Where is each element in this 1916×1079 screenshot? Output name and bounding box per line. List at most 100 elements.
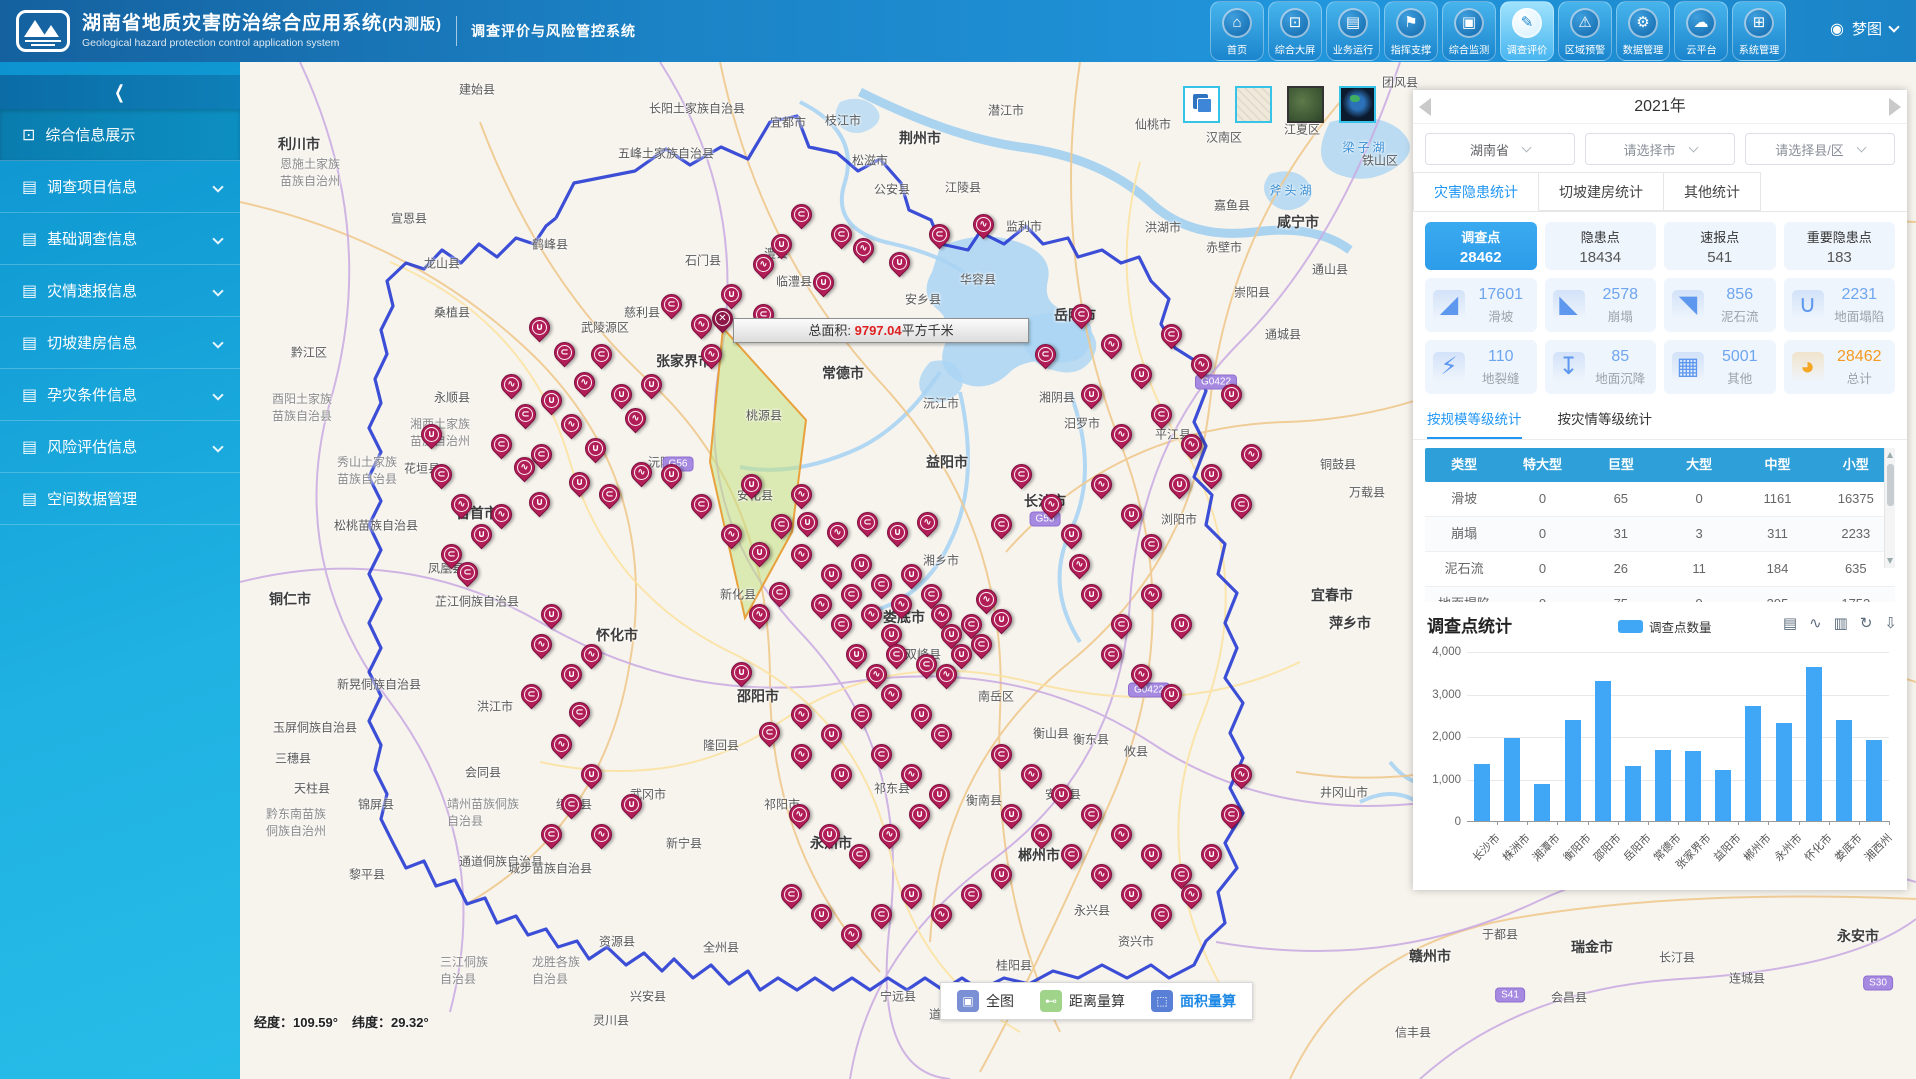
- map-label: 宜都市: [770, 114, 806, 131]
- nav-综合大屏[interactable]: ⊡综合大屏: [1268, 1, 1322, 61]
- map-label: 桑植县: [434, 304, 470, 321]
- statistics-panel: 2021年 湖南省请选择市请选择县/区 灾害隐患统计切坡建房统计其他统计 调查点…: [1413, 90, 1907, 890]
- next-year-button[interactable]: [1889, 98, 1901, 116]
- type-card-崩塌[interactable]: ◣2578崩塌: [1545, 278, 1657, 332]
- chart-legend[interactable]: 调查点数量: [1618, 617, 1712, 636]
- sidebar-item-空间数据管理[interactable]: ▤空间数据管理: [0, 473, 240, 525]
- map-label: 隆回县: [703, 737, 739, 754]
- sidebar-collapse-button[interactable]: ❮: [0, 75, 240, 109]
- download-icon[interactable]: ⇩: [1884, 614, 1897, 632]
- map-label: 洪湖市: [1145, 219, 1181, 236]
- chart-bar[interactable]: [1625, 766, 1641, 821]
- eye-icon[interactable]: ◉: [1830, 19, 1844, 39]
- map-tool-距离量算[interactable]: ⊷距离量算: [1040, 990, 1125, 1012]
- satellite-layer-button[interactable]: [1287, 86, 1324, 123]
- table-row[interactable]: 地面塌陷07593951752: [1425, 587, 1895, 602]
- type-card-地裂缝[interactable]: ⚡110地裂缝: [1425, 340, 1537, 394]
- roadmap-layer-button[interactable]: [1235, 86, 1272, 123]
- username[interactable]: 梦图: [1852, 18, 1882, 39]
- hazard-glyph-icon: ∿: [594, 827, 609, 842]
- nav-综合监测[interactable]: ▣综合监测: [1442, 1, 1496, 61]
- tab-灾害隐患统计[interactable]: 灾害隐患统计: [1413, 172, 1539, 211]
- hazard-glyph-icon: ∪: [588, 441, 603, 456]
- city-select[interactable]: 请选择市: [1585, 133, 1735, 165]
- globe-layer-button[interactable]: [1339, 86, 1376, 123]
- chart-bar[interactable]: [1836, 720, 1852, 821]
- hazard-glyph-icon: ⊂: [1154, 407, 1169, 422]
- nav-数据管理[interactable]: ⚙数据管理: [1616, 1, 1670, 61]
- user-area[interactable]: ◉ 梦图: [1830, 18, 1898, 39]
- tab-切坡建房统计[interactable]: 切坡建房统计: [1539, 172, 1664, 211]
- table-row[interactable]: 滑坡0650116116375: [1425, 482, 1895, 517]
- hazard-glyph-icon: ∪: [814, 907, 829, 922]
- fullextent-icon: ▣: [957, 990, 979, 1012]
- sidebar-item-孕灾条件信息[interactable]: ▤孕灾条件信息: [0, 369, 240, 421]
- nav-业务运行[interactable]: ▤业务运行: [1326, 1, 1380, 61]
- type-card-其他[interactable]: ▦5001其他: [1664, 340, 1776, 394]
- chart-bar[interactable]: [1565, 720, 1581, 821]
- hazard-glyph-icon: ∪: [1144, 847, 1159, 862]
- subtab-按规模等级统计[interactable]: 按规模等级统计: [1427, 408, 1522, 439]
- county-select[interactable]: 请选择县/区: [1745, 133, 1895, 165]
- sidebar-item-综合信息展示[interactable]: ⊡综合信息展示: [0, 109, 240, 161]
- table-cell: 311: [1738, 517, 1816, 551]
- province-select[interactable]: 湖南省: [1425, 133, 1575, 165]
- nav-云平台[interactable]: ☁云平台: [1674, 1, 1728, 61]
- nav-首页[interactable]: ⌂首页: [1210, 1, 1264, 61]
- sidebar-item-风险评估信息[interactable]: ▤风险评估信息: [0, 421, 240, 473]
- layers-button[interactable]: [1183, 86, 1220, 123]
- chart-bar[interactable]: [1715, 770, 1731, 821]
- hazard-glyph-icon: ⊂: [534, 447, 549, 462]
- nav-区域预警[interactable]: ⚠区域预警: [1558, 1, 1612, 61]
- tab-其他统计[interactable]: 其他统计: [1664, 172, 1761, 211]
- type-card-滑坡[interactable]: ◢17601滑坡: [1425, 278, 1537, 332]
- chart-toolbar: ▤ ∿ ▥ ↻ ⇩: [1783, 614, 1897, 632]
- chart-bar[interactable]: [1655, 750, 1671, 821]
- chart-bar[interactable]: [1776, 723, 1792, 821]
- hazard-glyph-icon: ⊂: [774, 517, 789, 532]
- sidebar-item-灾情速报信息[interactable]: ▤灾情速报信息: [0, 265, 240, 317]
- data-view-icon[interactable]: ▤: [1783, 614, 1797, 632]
- line-chart-icon[interactable]: ∿: [1809, 614, 1822, 632]
- type-card-地面沉降[interactable]: ↧85地面沉降: [1545, 340, 1657, 394]
- chart-bar[interactable]: [1866, 740, 1882, 821]
- table-scrollbar[interactable]: [1884, 448, 1895, 568]
- chart-bar[interactable]: [1806, 667, 1822, 821]
- map-tool-面积量算[interactable]: ⬚面积量算: [1151, 990, 1236, 1012]
- prev-year-button[interactable]: [1419, 98, 1431, 116]
- subtab-按灾情等级统计[interactable]: 按灾情等级统计: [1558, 408, 1653, 439]
- sidebar-item-调查项目信息[interactable]: ▤调查项目信息: [0, 161, 240, 213]
- type-card-地面塌陷[interactable]: ∪2231地面塌陷: [1784, 278, 1896, 332]
- chart-bar[interactable]: [1595, 681, 1611, 821]
- chart-bar[interactable]: [1474, 764, 1490, 821]
- nav-调查评价[interactable]: ✎调查评价: [1500, 1, 1554, 61]
- chart-bar[interactable]: [1745, 706, 1761, 821]
- summary-card-重要隐患点[interactable]: 重要隐患点183: [1784, 222, 1896, 270]
- bar-chart-icon[interactable]: ▥: [1834, 614, 1848, 632]
- sidebar-item-label: 调查项目信息: [47, 176, 137, 197]
- chart-bar[interactable]: [1534, 784, 1550, 821]
- table-row[interactable]: 泥石流02611184635: [1425, 552, 1895, 587]
- sidebar-item-基础调查信息[interactable]: ▤基础调查信息: [0, 213, 240, 265]
- chevron-down-icon: [212, 285, 223, 296]
- x-axis-label: 衡阳市: [1559, 830, 1594, 865]
- type-card-label: 崩塌: [1593, 306, 1649, 325]
- type-card-泥石流[interactable]: ◥856泥石流: [1664, 278, 1776, 332]
- summary-card-速报点[interactable]: 速报点541: [1664, 222, 1776, 270]
- hazard-glyph-icon: ⊂: [572, 705, 587, 720]
- map-tool-全图[interactable]: ▣全图: [957, 990, 1014, 1012]
- nav-指挥支撑[interactable]: ⚑指挥支撑: [1384, 1, 1438, 61]
- sidebar-item-切坡建房信息[interactable]: ▤切坡建房信息: [0, 317, 240, 369]
- chart-bar[interactable]: [1685, 751, 1701, 821]
- hazard-glyph-icon: ∿: [704, 347, 719, 362]
- area-icon: ⬚: [1151, 990, 1173, 1012]
- summary-card-隐患点[interactable]: 隐患点18434: [1545, 222, 1657, 270]
- nav-系统管理[interactable]: ⊞系统管理: [1732, 1, 1786, 61]
- table-row[interactable]: 崩塌03133112233: [1425, 517, 1895, 552]
- refresh-icon[interactable]: ↻: [1860, 614, 1873, 632]
- type-card-总计[interactable]: ◕28462总计: [1784, 340, 1896, 394]
- summary-card-调查点[interactable]: 调查点28462: [1425, 222, 1537, 270]
- user-chevron-down-icon[interactable]: [1888, 21, 1899, 32]
- hazard-glyph-icon: ∿: [756, 257, 771, 272]
- chart-bar[interactable]: [1504, 738, 1520, 821]
